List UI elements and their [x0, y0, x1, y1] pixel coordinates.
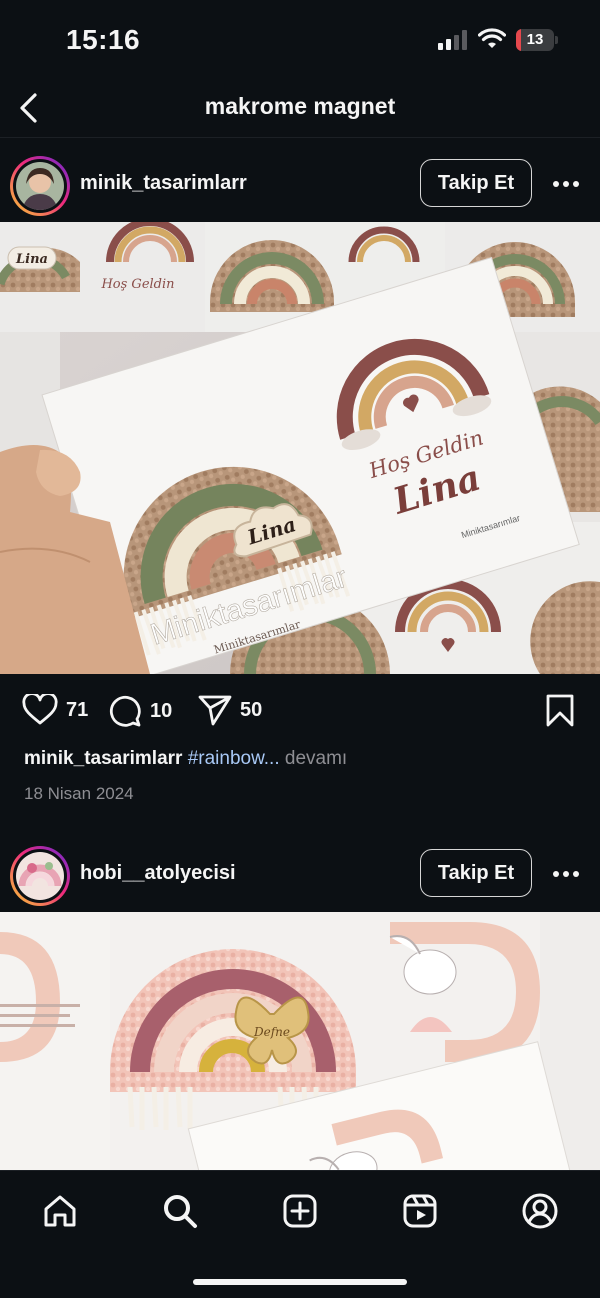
profile-icon — [522, 1193, 558, 1229]
bookmark-icon — [546, 694, 574, 727]
comment-button[interactable]: 10 — [108, 694, 172, 728]
more-options-button[interactable] — [548, 174, 584, 194]
more-horizontal-icon — [553, 871, 579, 877]
battery-level: 13 — [526, 31, 544, 48]
caption-more-link[interactable]: devamı — [285, 748, 347, 769]
profile-photo — [16, 162, 64, 210]
tab-profile[interactable] — [518, 1189, 562, 1233]
status-bar: 15:16 13 — [0, 0, 600, 80]
cellular-signal-icon — [438, 30, 467, 50]
heart-icon — [22, 694, 58, 725]
plus-square-icon — [283, 1194, 317, 1228]
comment-count: 10 — [150, 699, 173, 722]
comment-icon — [109, 695, 141, 727]
battery-icon: 13 — [516, 29, 558, 51]
wifi-icon — [478, 28, 506, 48]
status-time: 15:16 — [66, 24, 141, 55]
like-count: 71 — [66, 698, 89, 721]
caption-hashtag[interactable]: #rainbow... — [188, 748, 280, 769]
nav-header: makrome magnet — [0, 80, 600, 138]
caption-username[interactable]: minik_tasarimlarr — [24, 748, 182, 769]
follow-button[interactable]: Takip Et — [420, 159, 532, 207]
home-icon — [44, 1195, 76, 1227]
post-actions: 71 10 50 — [0, 688, 600, 734]
share-count: 50 — [240, 698, 263, 721]
save-button[interactable] — [546, 694, 574, 728]
like-button[interactable]: 71 — [22, 694, 88, 726]
avatar-2[interactable] — [10, 846, 70, 906]
small-card-name: Lina — [15, 252, 48, 267]
send-icon — [198, 695, 232, 726]
post-date: 18 Nisan 2024 — [24, 784, 134, 803]
profile-photo-2 — [16, 852, 64, 900]
share-button[interactable]: 50 — [198, 694, 262, 726]
avatar[interactable] — [10, 156, 70, 216]
post-header: minik_tasarimlarr Takip Et — [0, 144, 600, 216]
more-horizontal-icon — [553, 181, 579, 187]
tab-reels[interactable] — [398, 1189, 442, 1233]
reels-icon — [403, 1194, 437, 1228]
small-card-greeting: Hoş Geldin — [100, 277, 174, 292]
tab-home[interactable] — [38, 1189, 82, 1233]
pink-macrame-photo: Defne — [0, 912, 600, 1170]
follow-button-2[interactable]: Takip Et — [420, 849, 532, 897]
post-caption: minik_tasarimlarr #rainbow... devamı — [24, 748, 347, 770]
post-header-2: hobi__atolyecisi Takip Et — [0, 834, 600, 906]
search-icon — [164, 1195, 197, 1228]
tab-search[interactable] — [158, 1189, 202, 1233]
page-title: makrome magnet — [204, 93, 396, 119]
post-photo[interactable]: Lina Hoş Geldin Hoş Geldin Lina Miniktas… — [0, 222, 600, 674]
post-photo-2[interactable]: Defne — [0, 912, 600, 1170]
tab-create[interactable] — [278, 1189, 322, 1233]
tab-bar — [0, 1170, 600, 1298]
magnet-name-2: Defne — [253, 1025, 290, 1039]
more-options-button-2[interactable] — [548, 864, 584, 884]
home-indicator — [193, 1279, 407, 1285]
post-username[interactable]: minik_tasarimlarr — [80, 172, 247, 195]
macrame-rainbow-photo: Lina Hoş Geldin Hoş Geldin Lina Miniktas… — [0, 222, 600, 674]
post-username-2[interactable]: hobi__atolyecisi — [80, 862, 236, 885]
